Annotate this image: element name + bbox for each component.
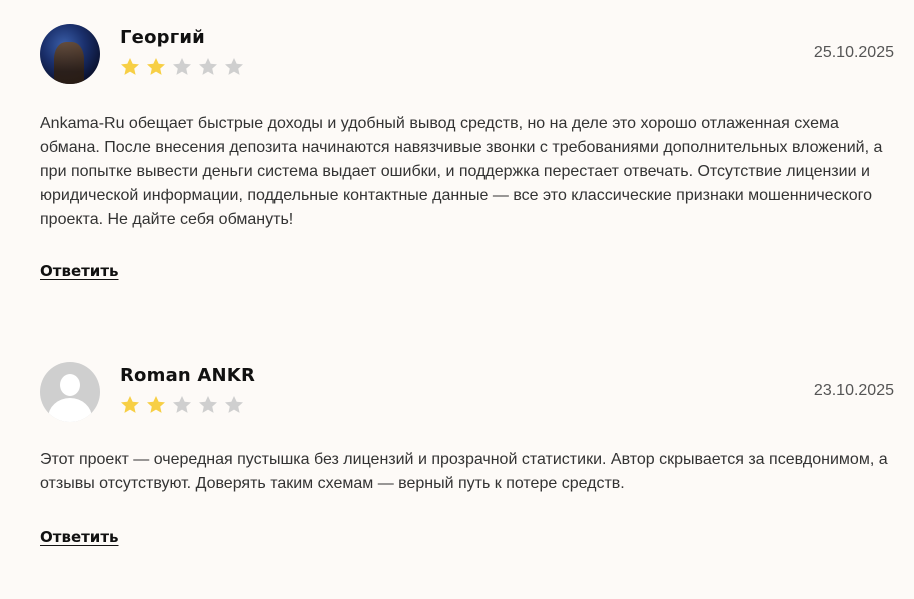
review-author: Георгий — [120, 27, 205, 48]
review-date: 25.10.2025 — [813, 44, 894, 61]
avatar — [40, 362, 100, 422]
star-filled-icon — [121, 396, 139, 413]
star-empty-icon — [225, 396, 243, 413]
review-date: 23.10.2025 — [813, 382, 894, 399]
reply-link[interactable]: Ответить — [40, 262, 119, 280]
review-author: Roman ANKR — [120, 365, 256, 386]
default-user-icon-body — [48, 398, 92, 422]
star-empty-icon — [199, 396, 217, 413]
star-rating — [119, 56, 245, 78]
star-filled-icon — [147, 58, 165, 75]
star-empty-icon — [173, 396, 191, 413]
star-filled-icon — [147, 396, 165, 413]
default-user-icon — [60, 374, 80, 396]
avatar — [40, 24, 100, 84]
star-empty-icon — [225, 58, 243, 75]
star-empty-icon — [199, 58, 217, 75]
reply-link[interactable]: Ответить — [40, 528, 119, 546]
star-rating — [119, 394, 245, 416]
review-text: Этот проект — очередная пустышка без лиц… — [40, 451, 888, 492]
star-filled-icon — [121, 58, 139, 75]
review-text: Ankama-Ru обещает быстрые доходы и удобн… — [40, 115, 883, 228]
star-empty-icon — [173, 58, 191, 75]
